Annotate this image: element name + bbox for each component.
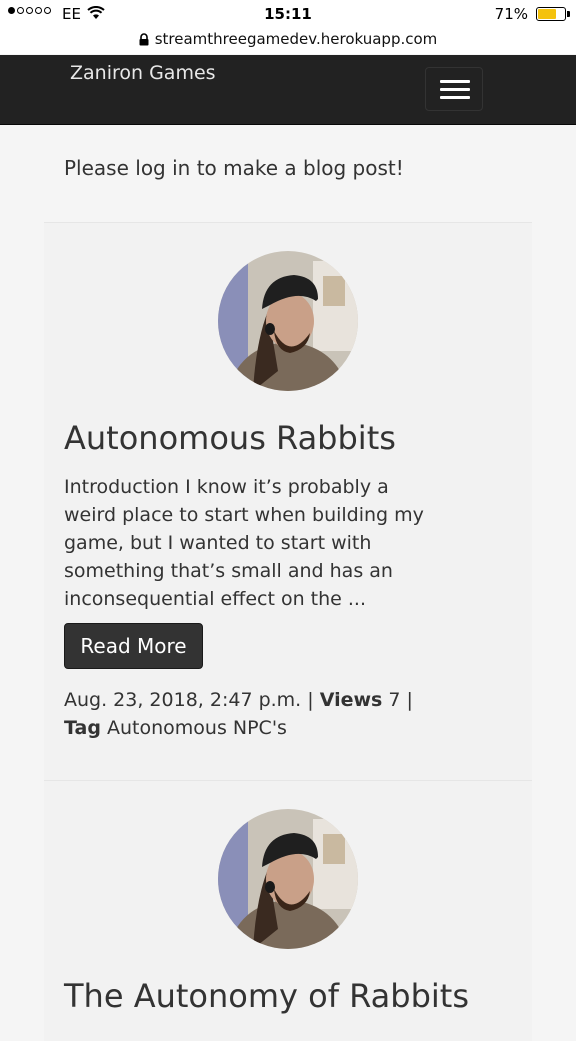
login-message: Please log in to make a blog post!: [64, 156, 404, 180]
views-count: 7: [388, 689, 401, 711]
post-excerpt: Introduction I know it’s probably a weir…: [64, 476, 424, 610]
post-card: Autonomous Rabbits Introduction I know i…: [44, 222, 532, 781]
author-avatar: [218, 809, 358, 949]
post-title[interactable]: The Autonomy of Rabbits: [64, 977, 469, 1015]
hamburger-icon-bar: [440, 88, 470, 91]
battery-icon: [536, 7, 566, 21]
tag-label: Tag: [64, 717, 101, 739]
battery-percentage: 71%: [494, 5, 528, 23]
address-bar[interactable]: streamthreegamedev.herokuapp.com: [0, 30, 576, 54]
status-bar: EE 15:11 71%: [0, 0, 576, 30]
post-date: Aug. 23, 2018, 2:47 p.m.: [64, 689, 302, 711]
battery-level: [538, 9, 556, 19]
hamburger-icon-bar: [440, 80, 470, 83]
post-meta: Aug. 23, 2018, 2:47 p.m. | Views 7 | Tag…: [64, 689, 413, 739]
hamburger-icon-bar: [440, 96, 470, 99]
post-title[interactable]: Autonomous Rabbits: [64, 419, 396, 457]
read-more-button[interactable]: Read More: [64, 623, 203, 669]
post-tag[interactable]: Autonomous NPC's: [107, 717, 287, 739]
clock: 15:11: [264, 5, 312, 23]
lock-icon: [139, 32, 149, 50]
navbar: Zaniron Games: [0, 55, 576, 125]
url-text: streamthreegamedev.herokuapp.com: [154, 30, 438, 48]
views-label: Views: [319, 689, 383, 711]
battery-tip: [567, 11, 570, 17]
brand-link[interactable]: Zaniron Games: [70, 62, 216, 84]
post-card: The Autonomy of Rabbits: [44, 780, 532, 1041]
menu-toggle-button[interactable]: [425, 67, 483, 111]
author-avatar: [218, 251, 358, 391]
